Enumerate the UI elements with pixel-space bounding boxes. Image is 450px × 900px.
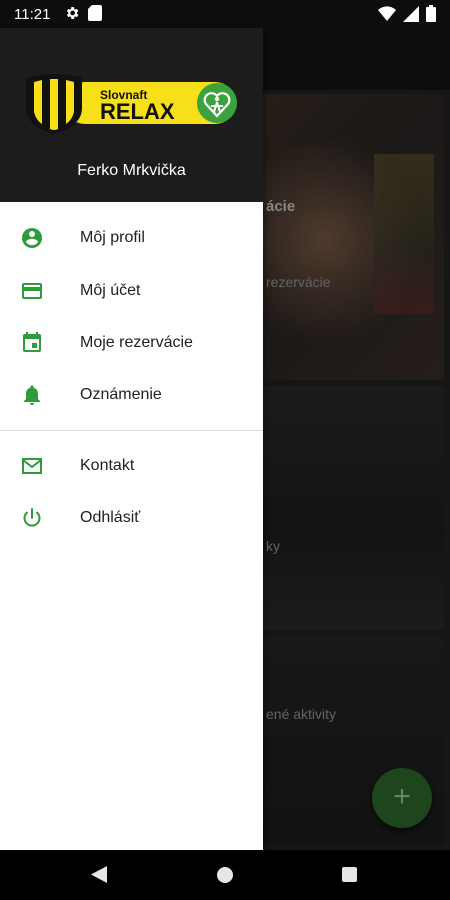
menu-item-label: Môj účet	[80, 282, 141, 299]
calendar-icon	[20, 331, 44, 355]
sd-card-icon	[88, 5, 102, 26]
back-icon[interactable]	[91, 866, 107, 888]
menu-item-label: Odhlásiť	[80, 509, 141, 526]
menu-item-reservations[interactable]: Moje rezervácie	[0, 317, 263, 369]
menu-item-notifications[interactable]: Oznámenie	[0, 369, 263, 421]
power-icon	[20, 506, 44, 530]
menu-item-logout[interactable]: Odhlásiť	[0, 492, 263, 544]
wifi-icon	[378, 5, 396, 27]
menu-item-label: Moje rezervácie	[80, 334, 193, 351]
settings-icon	[64, 5, 80, 26]
account-circle-icon	[20, 226, 44, 250]
menu-item-label: Kontakt	[80, 457, 135, 474]
system-nav-bar	[0, 850, 450, 900]
signal-icon	[403, 5, 419, 27]
menu-item-label: Môj profil	[80, 229, 145, 246]
brand-line2: RELAX	[100, 99, 175, 124]
navigation-drawer: Slovnaft RELAX Ferko Mrkvička Môj profil…	[0, 28, 263, 850]
menu-item-account[interactable]: Môj účet	[0, 265, 263, 317]
mail-icon	[20, 454, 44, 478]
status-bar: 11:21	[0, 0, 450, 28]
battery-icon	[426, 5, 436, 27]
menu-item-label: Oznámenie	[80, 386, 162, 403]
menu-item-contact[interactable]: Kontakt	[0, 440, 263, 492]
user-name: Ferko Mrkvička	[77, 162, 186, 179]
credit-card-icon	[20, 279, 44, 303]
drawer-header: Slovnaft RELAX Ferko Mrkvička	[0, 28, 263, 202]
recent-apps-icon[interactable]	[342, 867, 357, 882]
bell-icon	[20, 383, 44, 407]
menu-divider	[0, 430, 263, 431]
status-time: 11:21	[14, 6, 51, 23]
menu-item-profile[interactable]: Môj profil	[0, 212, 263, 264]
slovnaft-relax-logo: Slovnaft RELAX	[26, 74, 237, 134]
home-icon[interactable]	[217, 867, 233, 883]
